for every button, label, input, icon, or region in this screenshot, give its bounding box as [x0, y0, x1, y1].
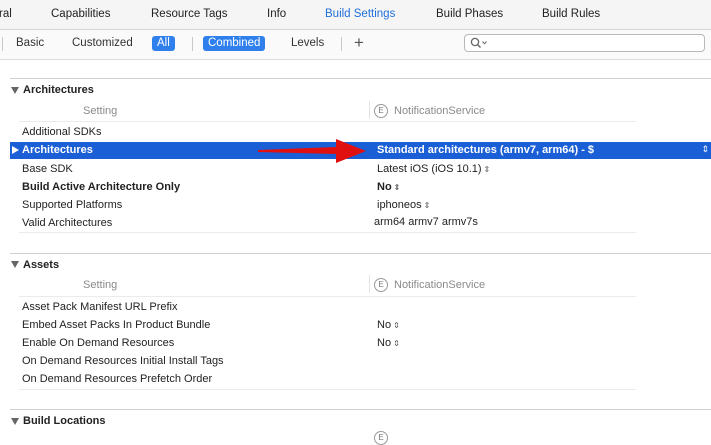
setting-build-active-arch-only[interactable]: Build Active Architecture Only [22, 181, 180, 193]
setting-asset-pack-manifest-url[interactable]: Asset Pack Manifest URL Prefix [22, 301, 177, 313]
divider [2, 37, 3, 51]
annotation-arrow-icon [258, 139, 366, 163]
stepper-icon: ⇕ [423, 201, 431, 210]
setting-embed-asset-packs[interactable]: Embed Asset Packs In Product Bundle [22, 319, 210, 331]
stepper-icon: ⇕ [393, 183, 401, 192]
column-divider [369, 101, 370, 119]
setting-supported-platforms-value[interactable]: iphoneos ⇕ [377, 199, 430, 211]
row-divider [19, 121, 636, 122]
target-extension-icon: E [374, 431, 388, 445]
tab-build-rules[interactable]: Build Rules [542, 8, 600, 20]
column-divider [369, 275, 370, 293]
magnifier-icon [470, 37, 487, 48]
row-divider [19, 389, 636, 390]
view-levels-button[interactable]: Levels [291, 36, 324, 51]
setting-base-sdk[interactable]: Base SDK [22, 163, 73, 175]
disclosure-open-icon[interactable] [11, 87, 19, 94]
filter-basic-button[interactable]: Basic [16, 36, 44, 51]
filter-all-button[interactable]: All [152, 36, 175, 51]
column-header-setting: Setting [83, 279, 118, 291]
row-divider [19, 232, 636, 233]
filter-customized-button[interactable]: Customized [72, 36, 133, 51]
divider [341, 37, 342, 51]
stepper-icon: ⇕ [483, 165, 491, 174]
stepper-icon: ⇕ [393, 339, 400, 348]
setting-odr-prefetch-order[interactable]: On Demand Resources Prefetch Order [22, 373, 212, 385]
column-header-target: NotificationService [394, 279, 486, 291]
editor-tab-bar: ral Capabilities Resource Tags Info Buil… [0, 0, 711, 30]
setting-architectures-value[interactable]: Standard architectures (armv7, arm64) - … [377, 144, 594, 156]
filter-bar: Basic Customized All Combined Levels + [0, 30, 711, 60]
view-combined-button[interactable]: Combined [203, 36, 266, 51]
tab-build-phases[interactable]: Build Phases [436, 8, 503, 20]
tab-info[interactable]: Info [267, 8, 286, 20]
setting-supported-platforms[interactable]: Supported Platforms [22, 199, 122, 211]
section-separator [10, 409, 711, 410]
setting-additional-sdks[interactable]: Additional SDKs [22, 126, 102, 138]
setting-embed-asset-packs-value[interactable]: No ⇕ [377, 319, 400, 331]
disclosure-collapsed-icon[interactable] [12, 146, 19, 154]
search-field[interactable] [464, 34, 705, 52]
setting-architectures: Architectures [22, 144, 93, 156]
column-header-setting: Setting [83, 105, 118, 117]
tab-capabilities[interactable]: Capabilities [51, 8, 110, 20]
setting-valid-architectures-value[interactable]: arm64 armv7 armv7s [374, 216, 478, 228]
stepper-icon: ⇕ [393, 321, 400, 330]
tab-resource-tags[interactable]: Resource Tags [151, 8, 228, 20]
setting-build-active-arch-only-value[interactable]: No ⇕ [377, 181, 400, 193]
setting-enable-on-demand-resources[interactable]: Enable On Demand Resources [22, 337, 174, 349]
stepper-icon[interactable]: ⇕ [701, 144, 709, 155]
disclosure-open-icon[interactable] [11, 261, 19, 268]
add-setting-icon[interactable]: + [354, 33, 364, 53]
divider [192, 37, 193, 51]
column-header-target: NotificationService [394, 105, 486, 117]
setting-base-sdk-value[interactable]: Latest iOS (iOS 10.1) ⇕ [377, 163, 490, 175]
disclosure-open-icon[interactable] [11, 418, 19, 425]
setting-odr-initial-install-tags[interactable]: On Demand Resources Initial Install Tags [22, 355, 224, 367]
target-extension-icon: E [374, 104, 388, 118]
section-title-architectures[interactable]: Architectures [23, 84, 94, 96]
setting-enable-on-demand-resources-value[interactable]: No ⇕ [377, 337, 400, 349]
setting-valid-architectures[interactable]: Valid Architectures [22, 217, 112, 229]
tab-build-settings[interactable]: Build Settings [325, 8, 395, 20]
tab-general[interactable]: ral [0, 8, 12, 20]
section-separator [10, 78, 711, 79]
section-title-build-locations[interactable]: Build Locations [23, 415, 106, 427]
row-divider [19, 296, 636, 297]
section-separator [10, 253, 711, 254]
section-title-assets[interactable]: Assets [23, 259, 59, 271]
target-extension-icon: E [374, 278, 388, 292]
